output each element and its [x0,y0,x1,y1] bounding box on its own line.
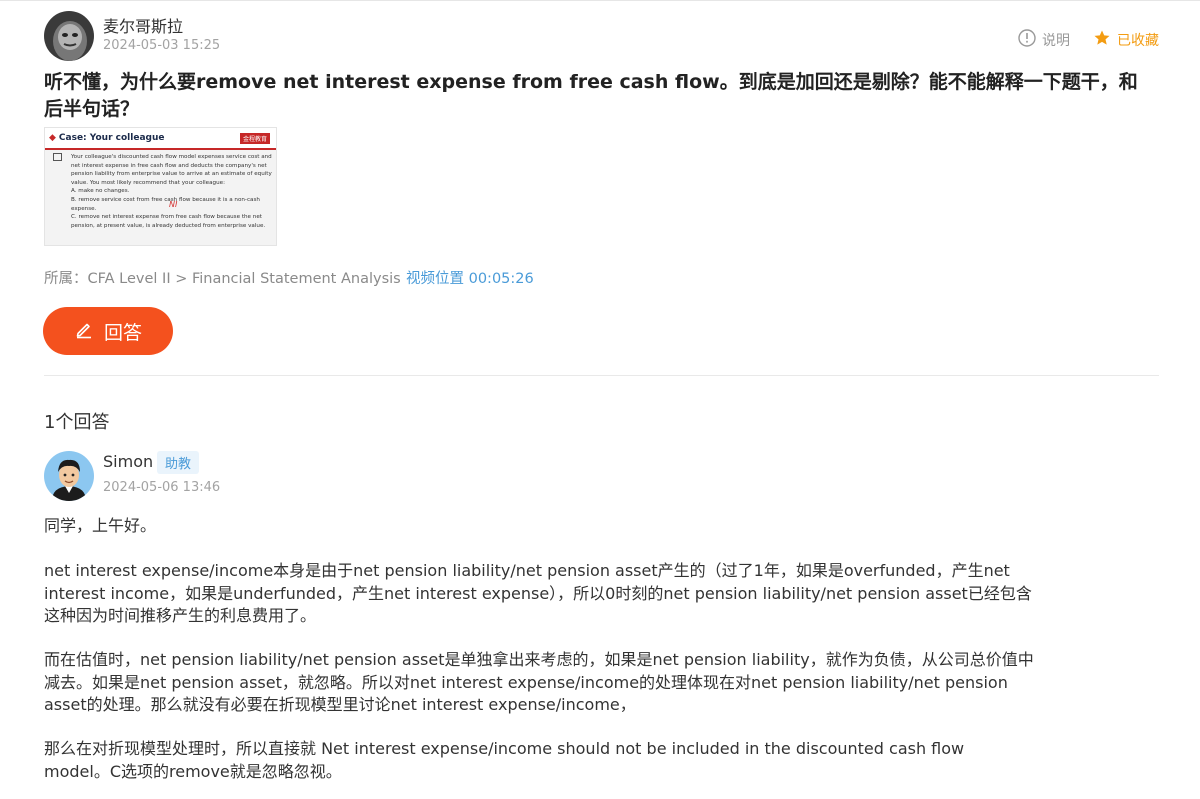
answer-paragraph: 那么在对折现模型处理时，所以直接就 Net interest expense/i… [44,739,965,781]
info-icon [1018,29,1036,51]
pencil-icon [74,319,94,344]
star-icon [1093,29,1111,51]
favorite-label: 已收藏 [1117,33,1159,49]
question-timestamp: 2024-05-03 15:25 [103,38,221,53]
favorite-button[interactable]: 已收藏 [1093,29,1159,51]
thumbnail-logo: 金程教育 [239,132,270,144]
video-position-link[interactable]: 视频位置 00:05:26 [406,267,534,288]
question-title: 听不懂，为什么要remove net interest expense from… [44,71,1138,120]
thumbnail-line: pension liability from enterprise value … [71,171,272,178]
top-border [0,0,1200,1]
category-breadcrumb: 所属：CFA Level II > Financial Statement An… [44,271,401,287]
explain-button[interactable]: 说明 [1018,29,1070,51]
answer-paragraph: net interest expense/income本身是由于net pens… [44,561,1032,625]
thumbnail-line: value. You most likely recommend that yo… [71,179,225,186]
thumbnail-line: net interest expense in free cash flow a… [71,162,267,169]
answerer-avatar[interactable] [44,451,94,501]
answer-button-label: 回答 [103,321,142,344]
answer-paragraph: 而在估值时，net pension liability/net pension … [44,650,1034,714]
question-image-thumbnail[interactable]: ◆ Case: Your colleague 金程教育 Your colleag… [44,127,277,246]
thumbnail-line: pension, at present value, is already de… [71,222,266,229]
thumbnail-line: C. remove net interest expense from free… [71,214,262,221]
thumbnail-header: Case: Your colleague [58,133,165,143]
section-divider [44,375,1159,376]
thumbnail-body: Your colleague's discounted cash flow mo… [45,150,276,230]
handwritten-note: NI [169,200,178,209]
answer-paragraph: 同学，上午好。 [44,516,157,535]
questioner-avatar[interactable] [44,11,94,61]
explain-label: 说明 [1042,33,1070,49]
answer-count: 1个回答 [44,412,110,433]
thumbnail-line: A. make no changes. [71,188,130,195]
arrow-icon: ◆ [49,133,56,143]
thumbnail-line: Your colleague's discounted cash flow mo… [71,154,272,160]
answerer-name[interactable]: Simon [103,452,153,471]
answer-timestamp: 2024-05-06 13:46 [103,480,221,495]
questioner-name[interactable]: 麦尔哥斯拉 [103,13,183,37]
answer-button[interactable]: 回答 [43,307,173,355]
role-badge: 助教 [157,451,200,474]
floppy-icon [53,153,62,161]
